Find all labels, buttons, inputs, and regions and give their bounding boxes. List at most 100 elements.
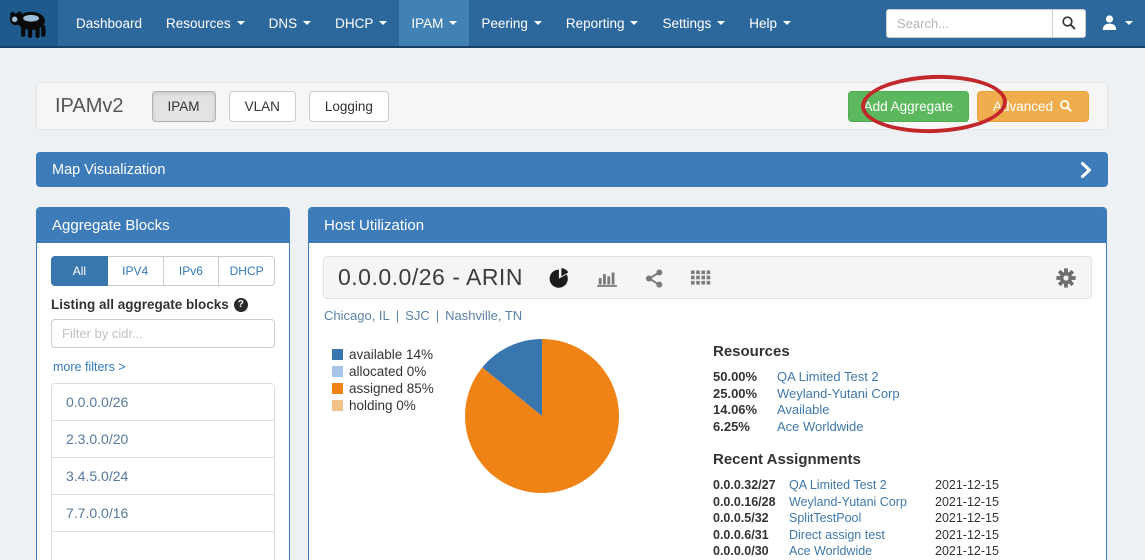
- assignment-link[interactable]: Weyland-Yutani Corp: [789, 494, 929, 511]
- nav-item[interactable]: DNS: [257, 0, 324, 46]
- grid-view-button[interactable]: [690, 269, 712, 287]
- chevron-down-icon: [717, 21, 725, 25]
- nav-item-label: DHCP: [335, 16, 373, 31]
- nav-item-label: Dashboard: [76, 16, 142, 31]
- nav-item[interactable]: IPAM: [399, 0, 469, 46]
- toolbar-actions: Add Aggregate Advanced: [848, 91, 1089, 122]
- assignment-date: 2021-12-15: [935, 510, 1013, 527]
- resource-link[interactable]: Ace Worldwide: [777, 419, 1013, 436]
- assignment-date: 2021-12-15: [935, 527, 1013, 544]
- nav-item[interactable]: Dashboard: [64, 0, 154, 46]
- search-input[interactable]: [886, 9, 1052, 38]
- legend-swatch: [332, 366, 343, 377]
- resource-link[interactable]: QA Limited Test 2: [777, 369, 1013, 386]
- search-button[interactable]: [1052, 9, 1086, 38]
- pie-chart: [463, 337, 621, 495]
- location-separator: |: [436, 308, 439, 323]
- view-button[interactable]: IPAM: [152, 91, 216, 122]
- resources-list: 50.00% QA Limited Test 2 25.00% Weyland-…: [713, 369, 1013, 435]
- resource-row: 25.00% Weyland-Yutani Corp: [713, 386, 1013, 403]
- host-utilization-header: Host Utilization: [309, 208, 1106, 243]
- location-link[interactable]: Nashville, TN: [445, 308, 522, 323]
- view-button[interactable]: VLAN: [229, 91, 296, 122]
- legend-item: assigned 85%: [332, 380, 434, 397]
- nav-item[interactable]: Settings: [650, 0, 737, 46]
- assignment-link[interactable]: Direct assign test: [789, 527, 929, 544]
- aggregate-block-item[interactable]: 0.0.0.0/26: [52, 384, 274, 420]
- assignment-cidr: 0.0.0.6/31: [713, 527, 783, 544]
- brand-logo[interactable]: [0, 0, 58, 46]
- pie-chart-view-button[interactable]: [549, 267, 570, 288]
- legend-swatch: [332, 400, 343, 411]
- advanced-label: Advanced: [993, 99, 1053, 114]
- aggregate-type-tab[interactable]: IPv6: [164, 256, 220, 286]
- nav-item-label: Help: [749, 16, 777, 31]
- utilization-pie-chart[interactable]: [463, 337, 621, 495]
- grid-icon: [690, 269, 712, 287]
- nav-item[interactable]: Peering: [469, 0, 554, 46]
- advanced-search-button[interactable]: Advanced: [977, 91, 1089, 122]
- nav-item-label: Reporting: [566, 16, 625, 31]
- page: Dashboard Resources DNS DHCP IPAM Peerin…: [0, 0, 1145, 560]
- location-item: | Nashville, TN: [430, 308, 522, 323]
- resource-link[interactable]: Weyland-Yutani Corp: [777, 386, 1013, 403]
- legend-label: allocated 0%: [349, 363, 426, 380]
- assignment-link[interactable]: SplitTestPool: [789, 510, 929, 527]
- main-nav: Dashboard Resources DNS DHCP IPAM Peerin…: [64, 0, 803, 46]
- location-link[interactable]: SJC: [405, 308, 430, 323]
- navbar-right: [886, 0, 1145, 46]
- listing-label-text: Listing all aggregate blocks: [51, 297, 229, 312]
- block-subheader: 0.0.0.0/26 - ARIN: [323, 256, 1092, 299]
- chevron-right-icon: [1080, 161, 1092, 179]
- nav-item-label: Resources: [166, 16, 231, 31]
- view-button[interactable]: Logging: [309, 91, 389, 122]
- nav-item[interactable]: DHCP: [323, 0, 399, 46]
- assignment-row: 0.0.0.0/30 Ace Worldwide 2021-12-15: [713, 543, 1013, 560]
- recent-assignments-title: Recent Assignments: [713, 451, 1013, 468]
- gear-icon: [1055, 267, 1077, 289]
- map-visualization-bar[interactable]: Map Visualization: [36, 152, 1108, 187]
- assignment-row: 0.0.0.6/31 Direct assign test 2021-12-15: [713, 527, 1013, 544]
- resource-row: 50.00% QA Limited Test 2: [713, 369, 1013, 386]
- assignment-cidr: 0.0.0.0/30: [713, 543, 783, 560]
- chevron-down-icon: [534, 21, 542, 25]
- user-menu[interactable]: [1100, 14, 1133, 32]
- resource-percent: 50.00%: [713, 369, 769, 386]
- aggregate-type-tab[interactable]: DHCP: [219, 256, 275, 286]
- assignment-link[interactable]: Ace Worldwide: [789, 543, 929, 560]
- aggregate-block-item[interactable]: [52, 531, 274, 560]
- nav-item[interactable]: Reporting: [554, 0, 651, 46]
- cidr-filter-input[interactable]: [51, 319, 275, 348]
- help-icon[interactable]: ?: [234, 298, 248, 312]
- search-icon: [1059, 99, 1073, 113]
- nav-item[interactable]: Resources: [154, 0, 257, 46]
- aggregate-block-list: 0.0.0.0/262.3.0.0/203.4.5.0/247.7.0.0/16: [51, 383, 275, 560]
- share-view-button[interactable]: [644, 268, 664, 288]
- assignment-link[interactable]: QA Limited Test 2: [789, 477, 929, 494]
- aggregate-block-item[interactable]: 3.4.5.0/24: [52, 457, 274, 494]
- aggregate-type-tab[interactable]: IPV4: [108, 256, 164, 286]
- search-group: [886, 9, 1086, 38]
- resource-link[interactable]: Available: [777, 402, 1013, 419]
- more-filters-link[interactable]: more filters >: [53, 360, 126, 374]
- share-icon: [644, 268, 664, 288]
- settings-gear-button[interactable]: [1055, 267, 1077, 289]
- bar-chart-icon: [596, 268, 618, 288]
- assignment-cidr: 0.0.0.5/32: [713, 510, 783, 527]
- legend-label: assigned 85%: [349, 380, 434, 397]
- assignment-row: 0.0.0.32/27 QA Limited Test 2 2021-12-15: [713, 477, 1013, 494]
- page-title: IPAMv2: [55, 95, 124, 118]
- aggregate-block-item[interactable]: 2.3.0.0/20: [52, 420, 274, 457]
- aggregate-block-item[interactable]: 7.7.0.0/16: [52, 494, 274, 531]
- aggregate-block-rows: 0.0.0.0/262.3.0.0/203.4.5.0/247.7.0.0/16: [52, 384, 274, 531]
- utilization-info: Resources 50.00% QA Limited Test 2 25.00…: [713, 343, 1013, 560]
- add-aggregate-button[interactable]: Add Aggregate: [848, 91, 969, 122]
- bar-chart-view-button[interactable]: [596, 268, 618, 288]
- aggregate-type-tabs: AllIPV4IPv6DHCP: [51, 256, 275, 286]
- location-link[interactable]: Chicago, IL: [324, 308, 390, 323]
- utilization-chart-area: available 14% allocated 0% assigned 85% …: [323, 323, 1092, 560]
- aggregate-type-tab[interactable]: All: [51, 256, 108, 286]
- pie-legend: available 14% allocated 0% assigned 85% …: [332, 346, 434, 414]
- assignment-row: 0.0.0.16/28 Weyland-Yutani Corp 2021-12-…: [713, 494, 1013, 511]
- nav-item[interactable]: Help: [737, 0, 803, 46]
